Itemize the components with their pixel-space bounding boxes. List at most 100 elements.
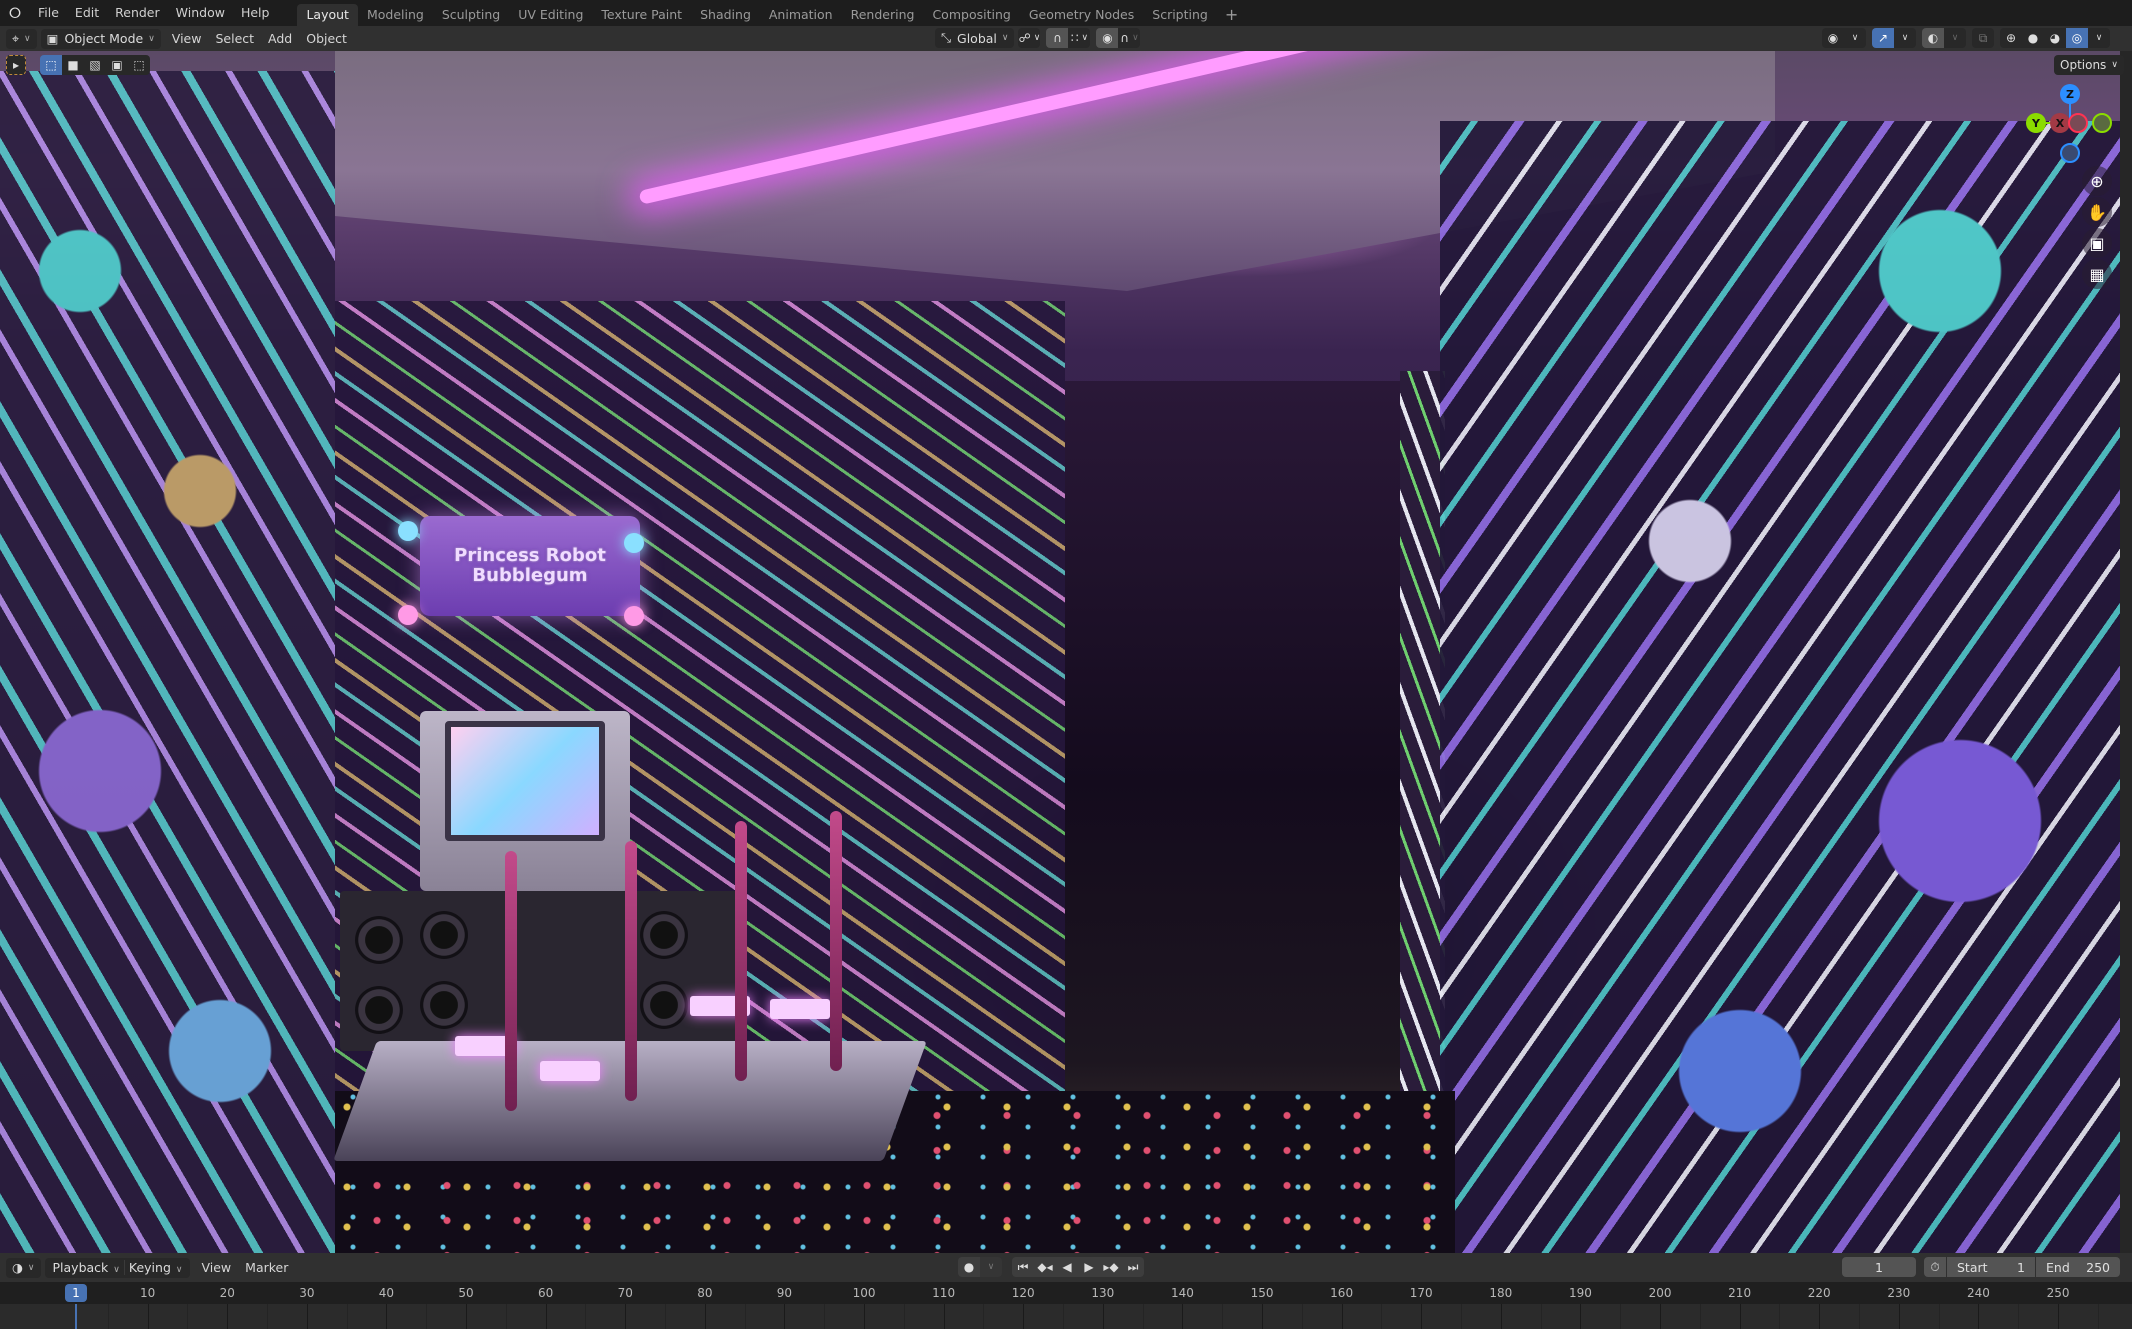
mode-dropdown[interactable]: ▣ Object Mode ∨ (40, 28, 161, 49)
tab-animation[interactable]: Animation (760, 4, 842, 26)
shading-dropdown[interactable]: ∨ (2088, 28, 2110, 48)
tab-texture-paint[interactable]: Texture Paint (592, 4, 691, 26)
play-reverse-button[interactable]: ◀ (1056, 1257, 1078, 1277)
record-button[interactable]: ● (958, 1257, 980, 1277)
camera-icon[interactable]: ▣ (2082, 228, 2112, 258)
timeline-editor-type-button[interactable]: ◑ ∨ (6, 1257, 41, 1278)
shading-wireframe[interactable]: ⊕ (2000, 28, 2022, 48)
tab-geometry-nodes[interactable]: Geometry Nodes (1020, 4, 1143, 26)
jump-start-button[interactable]: ⏮ (1012, 1257, 1034, 1277)
tab-layout[interactable]: Layout (297, 4, 358, 26)
shading-solid[interactable]: ● (2022, 28, 2044, 48)
menu-render[interactable]: Render (107, 2, 168, 24)
overlay-icon: ◐ (1927, 31, 1939, 45)
menu-select[interactable]: Select (208, 31, 261, 46)
sidebar-toggle-region[interactable] (2120, 51, 2132, 1253)
options-dropdown[interactable]: Options ∨ (2054, 55, 2124, 75)
ortho-grid-icon[interactable]: ▦ (2082, 259, 2112, 289)
proportional-edit-toggle[interactable]: ◉ (1096, 28, 1119, 48)
chevron-down-icon: ∨ (148, 33, 155, 44)
menu-view[interactable]: View (194, 1260, 238, 1275)
ruler-tick-label: 180 (1489, 1286, 1513, 1300)
menu-edit[interactable]: Edit (67, 2, 107, 24)
timeline-gridline (864, 1304, 866, 1329)
timeline-gridline (2097, 1304, 2099, 1329)
snap-toggle[interactable]: ∩ (1046, 28, 1069, 48)
blender-logo-icon[interactable]: ⭘ (0, 0, 30, 26)
prev-keyframe-button[interactable]: ◆◂ (1034, 1257, 1056, 1277)
menu-file[interactable]: File (30, 2, 67, 24)
menu-window[interactable]: Window (168, 2, 233, 24)
3d-viewport[interactable]: Princess Robot Bubblegum Z Y X ⊕ ✋ ▣ ▦ (0, 51, 2120, 1253)
falloff-dropdown[interactable]: ∩ ∨ (1118, 28, 1141, 48)
ruler-tick-label: 30 (299, 1286, 315, 1300)
snap-target-dropdown[interactable]: ∷ ∨ (1068, 28, 1091, 48)
end-frame-field[interactable]: End 250 (2036, 1257, 2120, 1277)
transform-orientation-dropdown[interactable]: ⤡ Global ∨ (935, 28, 1015, 48)
select-mode-extend[interactable]: ■ (62, 55, 84, 75)
menu-add[interactable]: Add (261, 31, 299, 46)
tab-shading[interactable]: Shading (691, 4, 760, 26)
pivot-point-dropdown[interactable]: ☍ ∨ (1018, 28, 1041, 48)
current-frame-field[interactable]: 1 (1842, 1257, 1916, 1277)
timeline-gridline (1142, 1304, 1144, 1329)
menu-object[interactable]: Object (299, 31, 354, 46)
visibility-toggle[interactable]: ◉ (1822, 28, 1844, 48)
gizmo-axis-z[interactable]: Z (2060, 84, 2080, 104)
play-button[interactable]: ▶ (1078, 1257, 1100, 1277)
jump-end-button[interactable]: ⏭ (1122, 1257, 1144, 1277)
tab-compositing[interactable]: Compositing (923, 4, 1019, 26)
select-box-icon[interactable]: ▸ (6, 55, 26, 75)
tab-uv-editing[interactable]: UV Editing (509, 4, 592, 26)
tab-scripting[interactable]: Scripting (1143, 4, 1217, 26)
menu-view[interactable]: View (165, 31, 209, 46)
gizmo-dropdown[interactable]: ∨ (1894, 28, 1916, 48)
timeline-ruler[interactable]: 1 10 20 30 40 50 60 70 80 90 100 110 120 130 140 150 16… (0, 1282, 2132, 1304)
zoom-icon[interactable]: ⊕ (2082, 166, 2112, 196)
play-reverse-icon: ◀ (1062, 1260, 1072, 1274)
gizmo-axis-y[interactable]: Y (2026, 113, 2046, 133)
playhead[interactable]: 1 (65, 1284, 87, 1302)
clock-icon: ◑ (12, 1260, 23, 1275)
gizmo-toggle[interactable]: ↗ (1872, 28, 1894, 48)
visibility-dropdown[interactable]: ∨ (1844, 28, 1866, 48)
add-workspace-button[interactable]: + (1217, 4, 1246, 26)
tab-modeling[interactable]: Modeling (358, 4, 433, 26)
select-mode-set[interactable]: ⬚ (40, 55, 62, 75)
playhead-line[interactable] (75, 1304, 77, 1329)
select-mode-subtract[interactable]: ▧ (84, 55, 106, 75)
keying-set-dropdown[interactable]: ∨ (980, 1257, 1002, 1277)
menu-marker[interactable]: Marker (238, 1260, 295, 1275)
overlay-dropdown[interactable]: ∨ (1944, 28, 1966, 48)
tab-rendering[interactable]: Rendering (842, 4, 924, 26)
next-keyframe-button[interactable]: ▸◆ (1100, 1257, 1122, 1277)
select-mode-invert[interactable]: ▣ (106, 55, 128, 75)
use-preview-range-toggle[interactable]: ⏱ (1924, 1257, 1946, 1277)
timeline-track-area[interactable] (0, 1304, 2132, 1329)
menu-keying[interactable]: Keying ∨ (123, 1260, 187, 1275)
menu-playback[interactable]: Playback ∨ (49, 1260, 124, 1275)
ruler-tick-label: 20 (219, 1286, 235, 1300)
start-frame-field[interactable]: Start 1 (1947, 1257, 2035, 1277)
gizmo-axis-neg-x[interactable] (2068, 113, 2088, 133)
shading-rendered[interactable]: ◎ (2066, 28, 2088, 48)
gizmo-axis-neg-y[interactable] (2092, 113, 2112, 133)
menu-help[interactable]: Help (233, 2, 278, 24)
chevron-down-icon: ∨ (2111, 60, 2118, 70)
proportional-edit-icon: ◉ (1102, 31, 1113, 45)
overlay-toggle[interactable]: ◐ (1922, 28, 1944, 48)
gizmo-axis-x[interactable]: X (2050, 113, 2070, 133)
timeline-gridline (107, 1304, 109, 1329)
editor-type-button[interactable]: ⌖ ∨ (6, 28, 37, 49)
shading-material-preview[interactable]: ◕ (2044, 28, 2066, 48)
play-icon: ▶ (1084, 1260, 1094, 1274)
gizmo-axis-neg-z[interactable] (2060, 143, 2080, 163)
xray-toggle[interactable]: ⧉ (1972, 28, 1994, 48)
tab-sculpting[interactable]: Sculpting (433, 4, 509, 26)
timeline-gridline (1102, 1304, 1104, 1329)
jump-start-icon: ⏮ (1017, 1259, 1029, 1274)
gizmo-icon: ↗ (1877, 31, 1889, 45)
select-mode-intersect[interactable]: ⬚ (128, 55, 150, 75)
hand-pan-icon[interactable]: ✋ (2082, 197, 2112, 227)
timeline-gridline (1461, 1304, 1463, 1329)
